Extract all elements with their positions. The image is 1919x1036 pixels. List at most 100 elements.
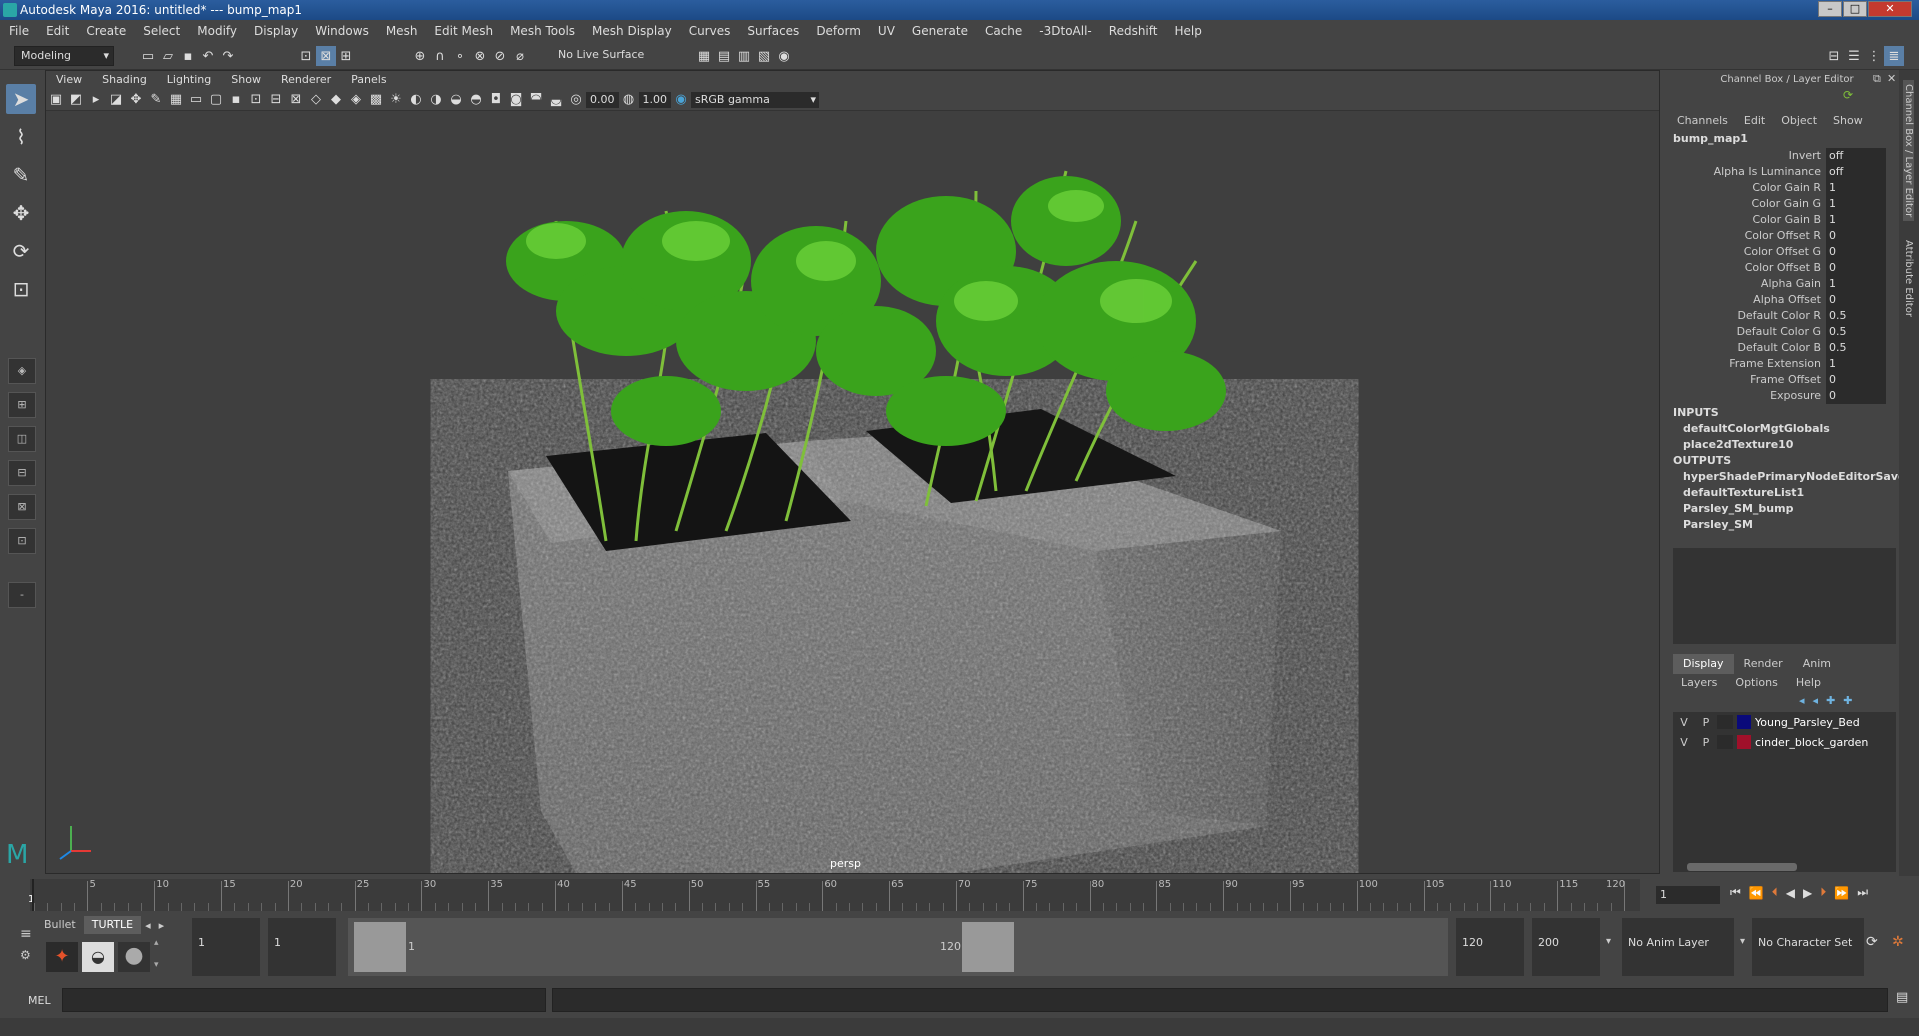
menu-create[interactable]: Create — [77, 20, 134, 42]
layer-scrollbar[interactable] — [1673, 862, 1896, 872]
attribute-row[interactable]: Exposure 0 — [1665, 388, 1899, 404]
attribute-editor-icon[interactable]: ☰ — [1844, 46, 1864, 66]
output-node-item[interactable]: Parsley_SM_bump — [1673, 502, 1793, 515]
layer-playback-toggle[interactable]: P — [1695, 716, 1717, 729]
layer-color-swatch[interactable] — [1737, 735, 1751, 749]
shelf-tab-turtle[interactable]: TURTLE — [83, 916, 142, 934]
new-layer-selected-icon[interactable]: ✚ — [1843, 694, 1852, 707]
layer-color-swatch[interactable] — [1737, 715, 1751, 729]
go-to-end-icon[interactable]: ⏭ — [1857, 885, 1868, 900]
mode-selector[interactable]: Modeling ▾ — [14, 46, 114, 66]
wireframe-on-shaded-icon[interactable]: ◈ — [346, 90, 366, 110]
menu-modify[interactable]: Modify — [188, 20, 245, 42]
side-tab-attribute-editor[interactable]: Attribute Editor — [1903, 240, 1914, 317]
attribute-row[interactable]: Default Color B 0.5 — [1665, 340, 1899, 356]
hypershade-icon[interactable]: ◉ — [774, 46, 794, 66]
current-frame-field[interactable]: 1 — [1656, 886, 1720, 904]
menu-edit-mesh[interactable]: Edit Mesh — [425, 20, 501, 42]
xray-icon[interactable]: ◙ — [506, 90, 526, 110]
persp-graph-layout-icon[interactable]: ⊠ — [8, 494, 36, 520]
chevron-down-icon[interactable]: ▾ — [1740, 936, 1745, 947]
select-hierarchy-icon[interactable]: ⊡ — [296, 46, 316, 66]
node-name[interactable]: bump_map1 — [1673, 132, 1748, 145]
maximize-button[interactable]: □ — [1843, 1, 1867, 17]
menu-3dtoall[interactable]: -3DtoAll- — [1030, 20, 1099, 42]
menu-file[interactable]: File — [0, 20, 37, 42]
vp-menu-lighting[interactable]: Lighting — [157, 71, 221, 89]
attribute-row[interactable]: Invert off — [1665, 148, 1899, 164]
motion-blur-icon[interactable]: ◒ — [446, 90, 466, 110]
render-settings-icon[interactable]: ▧ — [754, 46, 774, 66]
2d-pan-zoom-icon[interactable]: ✥ — [126, 90, 146, 110]
wireframe-icon[interactable]: ◇ — [306, 90, 326, 110]
layer-row[interactable]: V P cinder_block_garden — [1673, 732, 1896, 752]
menu-mesh-display[interactable]: Mesh Display — [583, 20, 680, 42]
output-node-item[interactable]: hyperShadePrimaryNodeEditorSavedT... — [1673, 470, 1919, 483]
attribute-row[interactable]: Default Color G 0.5 — [1665, 324, 1899, 340]
attribute-row[interactable]: Color Gain R1 — [1665, 180, 1899, 196]
snap-curve-icon[interactable]: ∩ — [430, 46, 450, 66]
playback-end-field[interactable]: 120 — [1456, 918, 1524, 976]
shelf-settings-icon[interactable]: ⚙ — [20, 948, 31, 962]
attribute-row[interactable]: Default Color R 0.5 — [1665, 308, 1899, 324]
menu-surfaces[interactable]: Surfaces — [738, 20, 807, 42]
exposure-field[interactable]: 0.00 — [586, 91, 619, 108]
menu-redshift[interactable]: Redshift — [1100, 20, 1166, 42]
menu-cache[interactable]: Cache — [976, 20, 1030, 42]
attribute-row[interactable]: Color Gain G1 — [1665, 196, 1899, 212]
color-management-icon[interactable]: ◉ — [671, 90, 691, 110]
open-scene-icon[interactable]: ▱ — [158, 46, 178, 66]
layer-name[interactable]: cinder_block_garden — [1755, 736, 1868, 749]
single-perspective-layout-icon[interactable]: ◈ — [8, 358, 36, 384]
tab-render[interactable]: Render — [1734, 654, 1793, 674]
safe-title-icon[interactable]: ⊠ — [286, 90, 306, 110]
textured-icon[interactable]: ▩ — [366, 90, 386, 110]
lights-icon[interactable]: ☀ — [386, 90, 406, 110]
character-set-dropdown[interactable]: No Character Set — [1752, 918, 1864, 976]
attribute-row[interactable]: Alpha Is Luminance off — [1665, 164, 1899, 180]
shelf-menu-icon[interactable]: ≡ — [20, 926, 32, 942]
rotate-tool-icon[interactable]: ⟳ — [6, 236, 36, 266]
menu-generate[interactable]: Generate — [903, 20, 976, 42]
paint-select-tool-icon[interactable]: ✎ — [6, 160, 36, 190]
cb-menu-object[interactable]: Object — [1781, 114, 1817, 127]
vp-menu-panels[interactable]: Panels — [341, 71, 396, 89]
shelf-up-icon[interactable]: ▴ — [154, 938, 159, 948]
render-view-icon[interactable]: ▦ — [694, 46, 714, 66]
snap-surface-icon[interactable]: ⊘ — [490, 46, 510, 66]
current-time-indicator[interactable] — [32, 879, 34, 911]
step-back-key-icon[interactable]: ⏴ — [1772, 885, 1778, 900]
new-layer-icon[interactable]: ✚ — [1826, 694, 1835, 707]
grid-toggle-icon[interactable]: ▦ — [166, 90, 186, 110]
layer-row[interactable]: V P Young_Parsley_Bed — [1673, 712, 1896, 732]
undo-icon[interactable]: ↶ — [198, 46, 218, 66]
persp-outliner-layout-icon[interactable]: ⊟ — [8, 460, 36, 486]
vp-menu-show[interactable]: Show — [221, 71, 271, 89]
gamma-field[interactable]: 1.00 — [638, 91, 671, 108]
ambient-occlusion-icon[interactable]: ◑ — [426, 90, 446, 110]
attribute-row[interactable]: Alpha Offset 0 — [1665, 292, 1899, 308]
input-node-item[interactable]: place2dTexture10 — [1673, 438, 1793, 451]
close-button[interactable]: ✕ — [1868, 1, 1912, 17]
scale-tool-icon[interactable]: ⊡ — [6, 274, 36, 304]
attribute-row[interactable]: Frame Offset 0 — [1665, 372, 1899, 388]
layer-menu-options[interactable]: Options — [1735, 676, 1777, 689]
layer-playback-toggle[interactable]: P — [1695, 736, 1717, 749]
range-end-field[interactable]: 200 — [1532, 918, 1600, 976]
go-to-start-icon[interactable]: ⏮ — [1730, 885, 1741, 900]
time-ruler[interactable]: 5 10 15 20 25 30 35 40 45 50 55 60 65 70 75 80 85 90 95 100… — [30, 879, 1640, 911]
layer-menu-layers[interactable]: Layers — [1681, 676, 1717, 689]
move-layer-down-icon[interactable]: ◂ — [1813, 694, 1819, 707]
step-back-icon[interactable]: ⏪ — [1749, 886, 1764, 900]
play-forwards-icon[interactable]: ▶ — [1803, 886, 1812, 900]
time-slider[interactable]: 5 10 15 20 25 30 35 40 45 50 55 60 65 70 75 80 85 90 95 100… — [0, 876, 1919, 914]
menu-mesh-tools[interactable]: Mesh Tools — [501, 20, 583, 42]
menu-display[interactable]: Display — [245, 20, 306, 42]
hypershade-layout-icon[interactable]: ⊡ — [8, 528, 36, 554]
scrollbar-thumb[interactable] — [1687, 863, 1797, 871]
script-language-label[interactable]: MEL — [28, 994, 51, 1007]
select-object-icon[interactable]: ⊠ — [316, 46, 336, 66]
cb-menu-channels[interactable]: Channels — [1677, 114, 1728, 127]
menu-mesh[interactable]: Mesh — [377, 20, 426, 42]
outliner-toggle-icon[interactable]: - — [8, 582, 36, 608]
